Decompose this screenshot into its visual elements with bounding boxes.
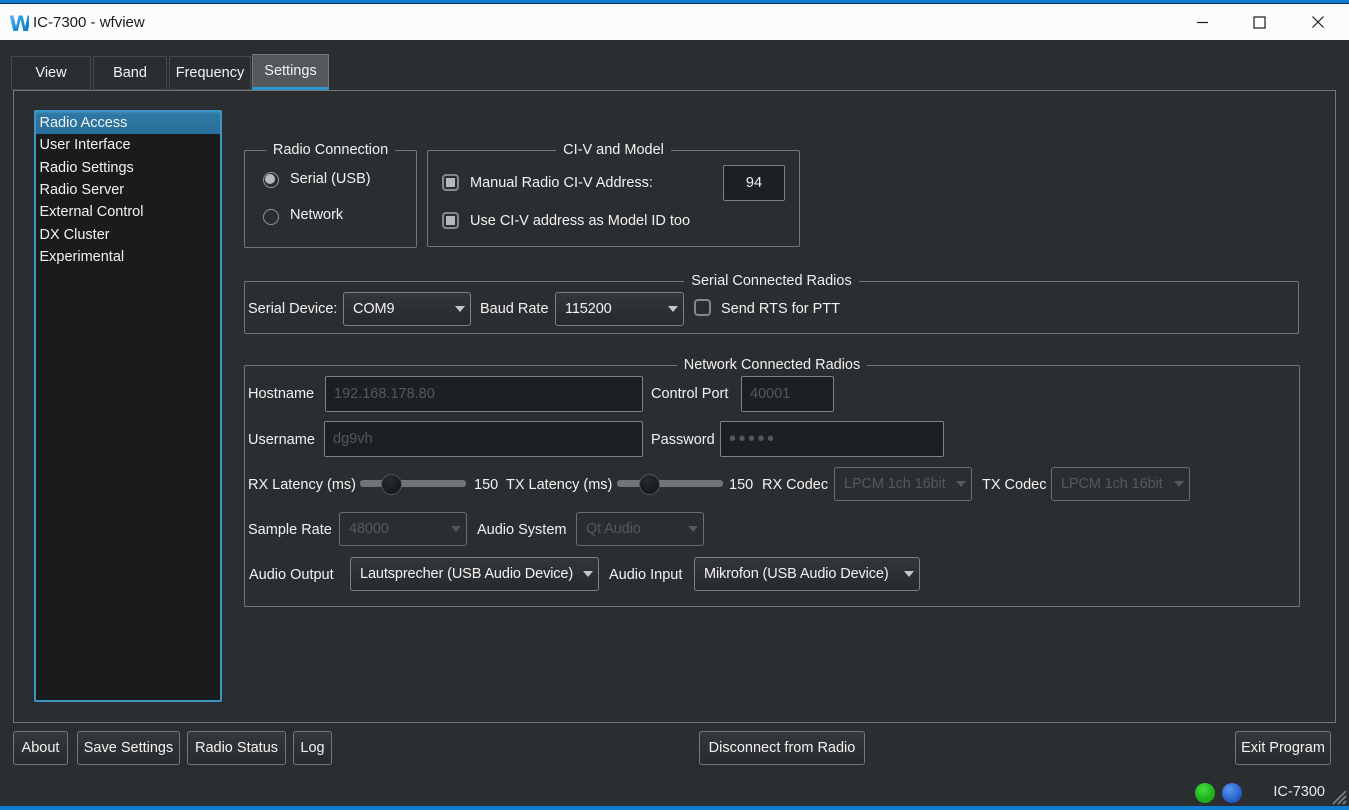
audio-input-value: Mikrofon (USB Audio Device) xyxy=(704,566,889,582)
serial-usb-radio[interactable] xyxy=(263,172,279,188)
network-label: Network xyxy=(290,205,343,225)
wfview-logo-icon: W xyxy=(9,13,29,35)
bottom-accent-line xyxy=(0,806,1349,810)
minimize-icon xyxy=(1196,16,1209,29)
rx-latency-value: 150 xyxy=(474,475,498,495)
chevron-down-icon xyxy=(583,571,593,577)
serial-usb-label: Serial (USB) xyxy=(290,169,371,189)
tx-latency-label: TX Latency (ms) xyxy=(506,475,612,495)
audio-system-combo[interactable]: Qt Audio xyxy=(576,512,704,546)
status-connected-led xyxy=(1195,783,1215,803)
chevron-down-icon xyxy=(451,526,461,532)
radio-connection-group: Radio Connection xyxy=(244,150,417,248)
serial-device-value: COM9 xyxy=(353,301,394,317)
serial-device-label: Serial Device: xyxy=(248,299,337,319)
baud-rate-value: 115200 xyxy=(565,301,612,317)
sidebar-item-external-control[interactable]: External Control xyxy=(36,201,220,223)
send-rts-checkbox[interactable] xyxy=(694,299,711,316)
rx-codec-combo[interactable]: LPCM 1ch 16bit xyxy=(834,467,972,501)
tx-codec-label: TX Codec xyxy=(982,475,1046,495)
audio-output-combo[interactable]: Lautsprecher (USB Audio Device) xyxy=(350,557,599,591)
model-id-checkbox[interactable] xyxy=(442,212,459,229)
close-icon xyxy=(1311,15,1325,29)
sidebar-item-radio-settings[interactable]: Radio Settings xyxy=(36,157,220,179)
serial-device-combo[interactable]: COM9 xyxy=(343,292,471,326)
close-button[interactable] xyxy=(1295,4,1341,40)
audio-system-value: Qt Audio xyxy=(586,521,641,537)
log-button[interactable]: Log xyxy=(293,731,332,765)
audio-output-value: Lautsprecher (USB Audio Device) xyxy=(360,566,573,582)
chevron-down-icon xyxy=(688,526,698,532)
baud-rate-combo[interactable]: 115200 xyxy=(555,292,684,326)
radio-status-button[interactable]: Radio Status xyxy=(187,731,286,765)
rx-latency-slider-handle[interactable] xyxy=(381,474,402,495)
chevron-down-icon xyxy=(904,571,914,577)
username-label: Username xyxy=(248,430,315,450)
chevron-down-icon xyxy=(668,306,678,312)
tab-settings[interactable]: Settings xyxy=(252,54,329,90)
baud-rate-label: Baud Rate xyxy=(480,299,549,319)
settings-category-list: Radio Access User Interface Radio Settin… xyxy=(34,110,222,702)
model-id-label: Use CI-V address as Model ID too xyxy=(470,211,690,231)
maximize-button[interactable] xyxy=(1236,4,1282,40)
tab-band[interactable]: Band xyxy=(93,56,167,90)
sidebar-item-radio-server[interactable]: Radio Server xyxy=(36,179,220,201)
chevron-down-icon xyxy=(1174,481,1184,487)
username-input[interactable]: dg9vh xyxy=(324,421,643,457)
audio-input-label: Audio Input xyxy=(609,565,682,585)
audio-output-label: Audio Output xyxy=(249,565,334,585)
sample-rate-value: 48000 xyxy=(349,521,389,537)
password-input[interactable]: ••••• xyxy=(720,421,944,457)
minimize-button[interactable] xyxy=(1179,4,1225,40)
sidebar-item-radio-access[interactable]: Radio Access xyxy=(36,112,220,134)
audio-system-label: Audio System xyxy=(477,520,566,540)
rx-latency-slider[interactable] xyxy=(360,480,466,487)
status-radio-name: IC-7300 xyxy=(1273,784,1325,800)
maximize-icon xyxy=(1253,16,1266,29)
tx-latency-slider[interactable] xyxy=(617,480,723,487)
save-settings-button[interactable]: Save Settings xyxy=(77,731,180,765)
sidebar-item-dx-cluster[interactable]: DX Cluster xyxy=(36,224,220,246)
sidebar-item-user-interface[interactable]: User Interface xyxy=(36,134,220,156)
civ-address-input[interactable]: 94 xyxy=(723,165,785,201)
tx-latency-slider-handle[interactable] xyxy=(639,474,660,495)
send-rts-label: Send RTS for PTT xyxy=(721,299,840,319)
sample-rate-combo[interactable]: 48000 xyxy=(339,512,467,546)
titlebar: W IC-7300 - wfview xyxy=(0,4,1349,40)
exit-program-button[interactable]: Exit Program xyxy=(1235,731,1331,765)
resize-grip-icon[interactable] xyxy=(1330,788,1347,805)
tab-frequency[interactable]: Frequency xyxy=(169,56,251,90)
chevron-down-icon xyxy=(455,306,465,312)
rx-codec-label: RX Codec xyxy=(762,475,828,495)
manual-civ-label: Manual Radio CI-V Address: xyxy=(470,173,653,193)
network-radio[interactable] xyxy=(263,209,279,225)
sample-rate-label: Sample Rate xyxy=(248,520,332,540)
control-port-input[interactable]: 40001 xyxy=(741,376,834,412)
rx-codec-value: LPCM 1ch 16bit xyxy=(844,476,945,492)
tab-view[interactable]: View xyxy=(11,56,91,90)
control-port-label: Control Port xyxy=(651,384,728,404)
password-label: Password xyxy=(651,430,715,450)
status-rig-led xyxy=(1222,783,1242,803)
hostname-label: Hostname xyxy=(248,384,314,404)
tx-codec-combo[interactable]: LPCM 1ch 16bit xyxy=(1051,467,1190,501)
rx-latency-label: RX Latency (ms) xyxy=(248,475,356,495)
tx-latency-value: 150 xyxy=(729,475,753,495)
audio-input-combo[interactable]: Mikrofon (USB Audio Device) xyxy=(694,557,920,591)
about-button[interactable]: About xyxy=(13,731,68,765)
disconnect-button[interactable]: Disconnect from Radio xyxy=(699,731,865,765)
manual-civ-checkbox[interactable] xyxy=(442,174,459,191)
chevron-down-icon xyxy=(956,481,966,487)
hostname-input[interactable]: 192.168.178.80 xyxy=(325,376,643,412)
tx-codec-value: LPCM 1ch 16bit xyxy=(1061,476,1162,492)
window-title: IC-7300 - wfview xyxy=(33,4,145,40)
sidebar-item-experimental[interactable]: Experimental xyxy=(36,246,220,268)
